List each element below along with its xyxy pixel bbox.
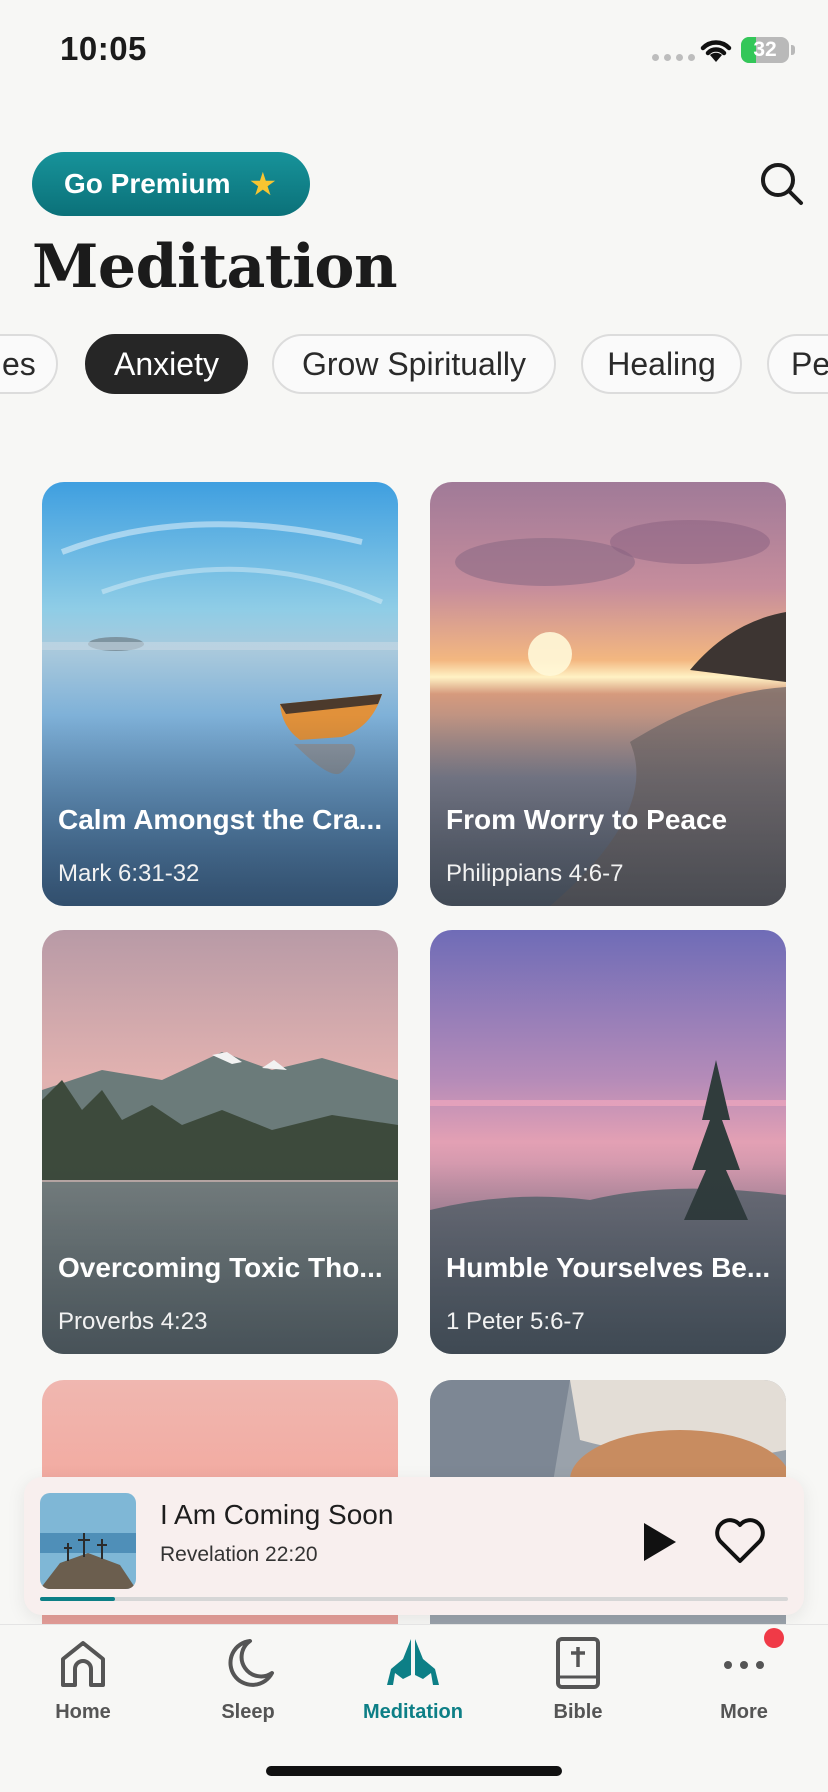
wifi-icon — [700, 40, 732, 62]
bible-icon — [556, 1637, 600, 1689]
status-time: 10:05 — [60, 30, 147, 67]
chip-previous[interactable]: es — [0, 334, 58, 394]
tab-bible[interactable]: Bible — [518, 1635, 638, 1735]
category-chips: es Anxiety Grow Spiritually Healing Pe — [0, 334, 828, 394]
battery-percent: 32 — [753, 38, 777, 61]
player-title: I Am Coming Soon — [160, 1499, 394, 1530]
tab-label: Home — [55, 1701, 111, 1723]
card-subtitle: Philippians 4:6-7 — [446, 860, 624, 887]
card-subtitle: Proverbs 4:23 — [58, 1308, 208, 1335]
tab-label: Sleep — [221, 1701, 275, 1723]
moon-icon — [228, 1639, 274, 1687]
chip-healing[interactable]: Healing — [581, 334, 742, 394]
player-artwork — [40, 1493, 136, 1589]
status-bar: 10:05 32 — [0, 0, 828, 100]
home-indicator — [266, 1766, 562, 1776]
battery-icon: 32 — [741, 37, 789, 63]
card-subtitle: 1 Peter 5:6-7 — [446, 1308, 585, 1335]
tab-label: Bible — [553, 1701, 603, 1723]
tab-home[interactable]: Home — [23, 1635, 143, 1735]
tab-label: More — [720, 1701, 768, 1723]
search-icon[interactable] — [758, 160, 806, 208]
battery-nub — [791, 45, 795, 55]
tab-sleep[interactable]: Sleep — [188, 1635, 308, 1735]
card-title: Overcoming Toxic Tho... — [58, 1252, 383, 1283]
meditation-card[interactable]: From Worry to Peace Philippians 4:6-7 — [430, 482, 786, 906]
meditation-card[interactable]: Calm Amongst the Cra... Mark 6:31-32 — [42, 482, 398, 906]
card-title: Humble Yourselves Be... — [446, 1252, 771, 1283]
cellular-signal-icon — [652, 54, 695, 61]
play-icon[interactable] — [636, 1519, 682, 1565]
tab-label: Meditation — [363, 1701, 463, 1723]
card-title: Calm Amongst the Cra... — [58, 804, 383, 835]
card-subtitle: Mark 6:31-32 — [58, 860, 200, 887]
card-title: From Worry to Peace — [446, 804, 728, 835]
player-subtitle: Revelation 22:20 — [160, 1543, 318, 1566]
home-icon — [61, 1641, 105, 1687]
heart-icon[interactable] — [714, 1517, 766, 1565]
more-icon — [724, 1661, 764, 1669]
chip-next[interactable]: Pe — [767, 334, 828, 394]
tab-meditation[interactable]: Meditation — [353, 1635, 473, 1735]
tab-more[interactable]: More — [684, 1635, 804, 1735]
praying-hands-icon — [387, 1639, 439, 1685]
notification-badge — [764, 1628, 784, 1648]
mini-player[interactable]: I Am Coming Soon Revelation 22:20 — [24, 1477, 804, 1615]
chip-grow-spiritually[interactable]: Grow Spiritually — [272, 334, 556, 394]
meditation-card[interactable]: Overcoming Toxic Tho... Proverbs 4:23 — [42, 930, 398, 1354]
go-premium-label: Go Premium — [64, 168, 231, 199]
go-premium-button[interactable]: Go Premium ★ — [32, 152, 310, 216]
chip-anxiety[interactable]: Anxiety — [85, 334, 248, 394]
star-icon: ★ — [248, 166, 278, 202]
playback-progress[interactable] — [40, 1597, 788, 1601]
page-title: Meditation — [32, 232, 398, 302]
meditation-card[interactable]: Humble Yourselves Be... 1 Peter 5:6-7 — [430, 930, 786, 1354]
